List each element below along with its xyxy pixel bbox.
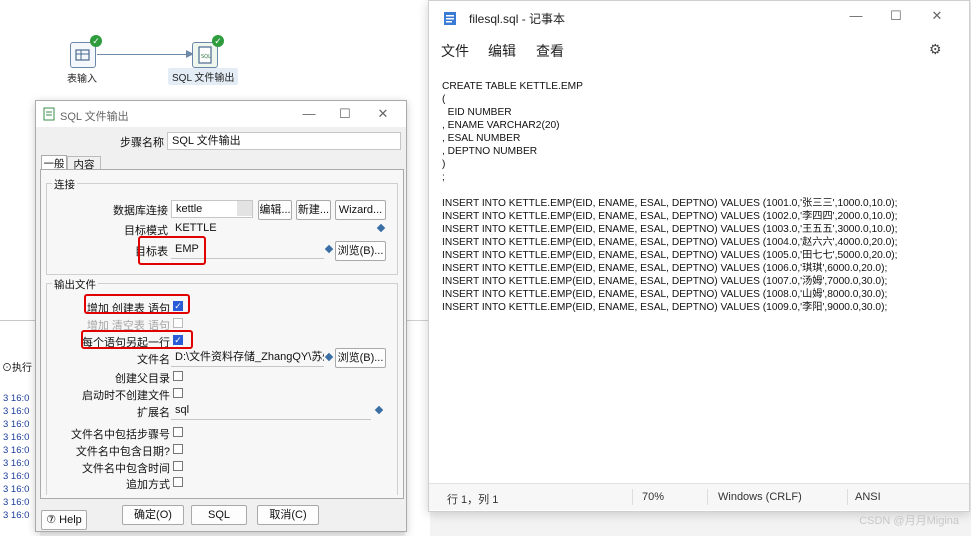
notepad-window: filesql.sql - 记事本 — ☐ ✕ 文件 编辑 查看 ⚙ CREAT…: [428, 0, 970, 512]
output-file-group-title: 输出文件: [52, 277, 98, 292]
notepad-app-icon: [444, 12, 456, 25]
execution-log-panel: ⊙执行 3 16:0 3 16:0 3 16:0 3 16:0 3 16:0 3…: [0, 320, 40, 536]
log-line: 3 16:0: [3, 445, 30, 456]
step1-success-icon: ✓: [90, 35, 102, 47]
append-label: 追加方式: [126, 479, 170, 491]
highlight-box: [84, 294, 190, 314]
cancel-button[interactable]: 取消(C): [257, 505, 319, 525]
status-cursor-position: 行 1，列 1: [447, 494, 499, 506]
filename-label: 文件名: [137, 354, 170, 366]
notepad-status-bar: 行 1，列 1 70% Windows (CRLF) ANSI: [429, 483, 969, 510]
svg-text:SQL: SQL: [201, 54, 211, 60]
log-line: 3 16:0: [3, 484, 30, 495]
notepad-close-button[interactable]: ✕: [922, 7, 952, 25]
dialog-minimize-button[interactable]: —: [294, 105, 324, 123]
do-not-create-at-start-label: 启动时不创建文件: [82, 390, 170, 402]
include-stepnr-checkbox[interactable]: [173, 427, 183, 437]
log-line: 3 16:0: [3, 419, 30, 430]
settings-gear-icon[interactable]: ⚙: [929, 41, 942, 58]
status-zoom: 70%: [642, 491, 665, 503]
extension-label: 扩展名: [137, 407, 170, 419]
append-checkbox[interactable]: [173, 477, 183, 487]
help-button[interactable]: ⑦ Help: [41, 510, 87, 530]
include-date-label: 文件名中包含日期?: [75, 446, 170, 458]
step2-label: SQL 文件输出: [168, 68, 239, 85]
step-name-label: 步骤名称: [120, 137, 164, 149]
log-line: 3 16:0: [3, 432, 30, 443]
tab-content[interactable]: 内容: [67, 156, 101, 171]
menu-file[interactable]: 文件: [441, 41, 469, 61]
table-input-icon: [75, 49, 90, 61]
include-time-label: 文件名中包含时间: [82, 463, 170, 475]
new-connection-button[interactable]: 新建...: [296, 200, 331, 220]
log-line: 3 16:0: [3, 406, 30, 417]
highlight-box: [81, 330, 193, 349]
create-parent-dir-label: 创建父目录: [115, 373, 170, 385]
browse-file-button[interactable]: 浏览(B)...: [335, 348, 386, 368]
log-line: 3 16:0: [3, 497, 30, 508]
notepad-text-area[interactable]: CREATE TABLE KETTLE.EMP ( EID NUMBER , E…: [442, 80, 957, 314]
status-line-ending: Windows (CRLF): [718, 491, 802, 503]
db-connection-dropdown-icon[interactable]: [237, 201, 252, 216]
execution-tab-icon: ⊙: [2, 363, 12, 374]
dialog-maximize-button[interactable]: ☐: [330, 105, 360, 123]
log-line: 3 16:0: [3, 471, 30, 482]
edit-connection-button[interactable]: 编辑...: [258, 200, 292, 220]
status-divider: [707, 489, 708, 505]
create-parent-dir-checkbox[interactable]: [173, 371, 183, 381]
do-not-create-at-start-checkbox[interactable]: [173, 388, 183, 398]
connection-group-title: 连接: [52, 177, 77, 192]
status-encoding: ANSI: [855, 491, 881, 503]
browse-table-button[interactable]: 浏览(B)...: [335, 241, 386, 261]
wizard-button[interactable]: Wizard...: [335, 200, 386, 220]
log-line: 3 16:0: [3, 510, 30, 521]
help-button-label: Help: [59, 514, 82, 526]
tab-general[interactable]: 一般: [41, 155, 67, 170]
step2-success-icon: ✓: [212, 35, 224, 47]
status-divider: [632, 489, 633, 505]
ok-button[interactable]: 确定(O): [122, 505, 184, 525]
sql-file-icon: SQL: [198, 46, 212, 64]
step1-label: 表输入: [67, 74, 97, 85]
watermark: CSDN @月月Migina: [859, 515, 959, 527]
include-time-checkbox[interactable]: [173, 461, 183, 471]
include-date-checkbox[interactable]: [173, 444, 183, 454]
log-line: 3 16:0: [3, 458, 30, 469]
add-truncate-table-checkbox[interactable]: [173, 318, 183, 328]
notepad-title: filesql.sql - 记事本: [469, 12, 566, 26]
filename-input[interactable]: D:\文件资料存储_ZhangQY\苏州: [171, 349, 324, 367]
dialog-app-icon: [43, 107, 55, 121]
dialog-close-button[interactable]: ✕: [368, 105, 398, 123]
execution-tab[interactable]: ⊙执行: [2, 359, 32, 374]
include-stepnr-label: 文件名中包括步骤号: [71, 429, 170, 441]
notepad-maximize-button[interactable]: ☐: [881, 7, 911, 25]
notepad-minimize-button[interactable]: —: [841, 7, 871, 25]
sql-file-output-dialog: SQL 文件输出 — ☐ ✕ 步骤名称 SQL 文件输出 一般 内容 连接 数据…: [35, 100, 407, 532]
db-connection-label: 数据库连接: [113, 205, 168, 217]
help-icon: ⑦: [46, 514, 57, 526]
log-line: 3 16:0: [3, 393, 30, 404]
hop-line[interactable]: [97, 54, 187, 55]
background-panel: [405, 320, 430, 536]
dialog-titlebar[interactable]: SQL 文件输出 — ☐ ✕: [36, 101, 406, 127]
status-divider: [847, 489, 848, 505]
highlight-box: [138, 236, 206, 265]
menu-edit[interactable]: 编辑: [488, 41, 516, 61]
dialog-title: SQL 文件输出: [60, 111, 129, 123]
extension-input[interactable]: sql: [171, 402, 371, 420]
sql-button[interactable]: SQL: [191, 505, 247, 525]
step-name-input[interactable]: SQL 文件输出: [167, 132, 401, 150]
menu-view[interactable]: 查看: [536, 41, 564, 61]
